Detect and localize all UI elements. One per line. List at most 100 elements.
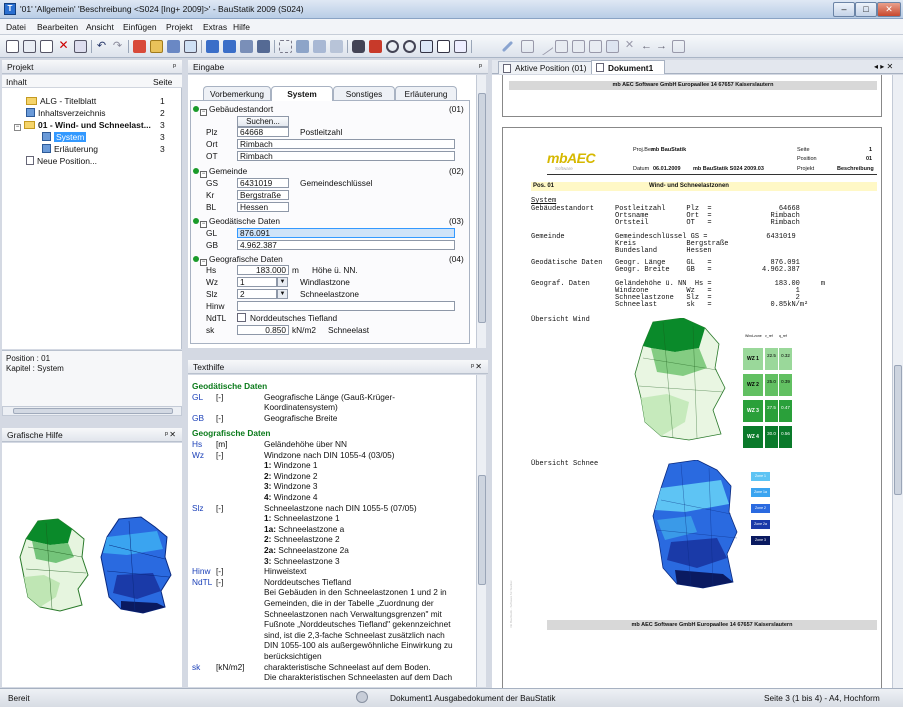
maximize-button[interactable]: □ [855,2,877,17]
minimize-button[interactable]: – [833,2,855,17]
calc-icon[interactable] [133,40,146,53]
search-button[interactable]: Suchen... [237,116,289,127]
menu-ansicht[interactable]: Ansicht [86,22,114,32]
page-view-icon[interactable] [437,40,450,53]
scroll-thumb[interactable] [894,365,902,495]
pin-icon[interactable]: ᵖ [479,62,482,71]
output2-icon[interactable] [223,40,236,53]
gl-input[interactable]: 876.091 [237,228,455,238]
ort-input[interactable]: Rimbach [237,139,455,149]
form-icon[interactable] [330,40,343,53]
tree-item-inhaltsverzeichnis[interactable]: Inhaltsverzeichnis [26,108,106,118]
pin-icon[interactable]: ᵖ [165,430,168,439]
fit-page-icon[interactable] [420,40,433,53]
gb-input[interactable]: 4.962.387 [237,240,455,250]
settings-icon[interactable] [257,40,270,53]
undo-icon[interactable]: ↶ [95,40,108,53]
frame-icon[interactable] [606,40,619,53]
forward-icon[interactable]: → [655,40,668,53]
list-icon[interactable] [167,40,180,53]
pen-icon[interactable] [501,40,514,53]
close-icon[interactable]: ✕ [475,362,482,371]
table-insert-icon[interactable] [572,40,585,53]
hs-input[interactable]: 183.000 [237,265,289,275]
kr-input[interactable]: Bergstraße [237,190,289,200]
wz-select[interactable]: 1 [237,277,277,287]
menu-hilfe[interactable]: Hilfe [233,22,250,32]
tab-scroll-arrows[interactable]: ◂ ▸ ✕ [874,62,893,71]
scroll-thumb[interactable] [13,408,173,414]
remove-icon[interactable]: ✕ [623,40,636,53]
section-gemeinde[interactable]: − Gemeinde [193,166,247,178]
collapse-icon[interactable]: − [200,221,207,228]
tab-erlaeuterung[interactable]: Erläuterung [395,86,457,100]
scroll-thumb[interactable] [478,93,486,323]
print-icon[interactable] [352,40,365,53]
module-icon[interactable] [150,40,163,53]
open-icon[interactable] [40,40,53,53]
hinw-input[interactable] [237,301,455,311]
delete-icon[interactable]: ✕ [57,39,70,53]
menu-einfuegen[interactable]: Einfügen [123,22,157,32]
redo-icon[interactable]: ↷ [111,40,124,53]
horizontal-scrollbar[interactable] [2,406,182,416]
tree-item-system[interactable]: System [42,132,87,142]
tree-item-neue-position[interactable]: Neue Position... [26,156,97,166]
ot-input[interactable]: Rimbach [237,151,455,161]
layout-icon[interactable] [296,40,309,53]
menu-datei[interactable]: Datei [6,22,26,32]
menu-projekt[interactable]: Projekt [166,22,192,32]
new-icon[interactable] [6,40,19,53]
col-seite[interactable]: Seite [153,77,172,87]
texthilfe-scrollbar[interactable] [476,375,486,687]
window-icon[interactable] [184,40,197,53]
bl-input[interactable]: Hessen [237,202,289,212]
zoom-in-icon[interactable] [386,40,399,53]
pdf-icon[interactable] [369,40,382,53]
section-geodaet[interactable]: − Geodätische Daten [193,216,280,228]
chevron-down-icon[interactable]: ▼ [277,277,288,287]
ndtl-checkbox[interactable] [237,313,246,322]
tab-sonstiges[interactable]: Sonstiges [333,86,395,100]
back-icon[interactable]: ← [640,40,653,53]
lock-icon[interactable] [672,40,685,53]
scroll-thumb[interactable] [478,475,486,585]
tab-system[interactable]: System [271,86,333,101]
image-icon[interactable] [555,40,568,53]
save-icon[interactable] [23,40,36,53]
section-gebaeude[interactable]: − Gebäudestandort [193,104,273,116]
collapse-icon[interactable]: − [200,109,207,116]
close-button[interactable]: ✕ [877,2,901,17]
app-icon[interactable]: T [4,3,16,15]
tab-vorbemerkung[interactable]: Vorbemerkung [203,86,271,100]
tree-item-titelblatt[interactable]: ALG - Titelblatt [26,96,96,106]
document-scrollbar[interactable] [892,75,903,688]
tree-item-erlaeuterung[interactable]: Erläuterung [42,144,98,154]
slz-select[interactable]: 2 [237,289,277,299]
zoom-out-icon[interactable] [403,40,416,53]
table-icon[interactable] [313,40,326,53]
rect-icon[interactable] [521,40,534,53]
close-icon[interactable]: ✕ [169,430,176,439]
eingabe-scrollbar[interactable] [476,75,486,348]
pin-icon[interactable]: ᵖ [173,62,176,71]
output3-icon[interactable] [240,40,253,53]
tree-item-position-01[interactable]: − 01 - Wind- und Schneelast... [14,120,151,131]
properties-icon[interactable] [74,40,87,53]
menu-bearbeiten[interactable]: Bearbeiten [37,22,78,32]
col-inhalt[interactable]: Inhalt [6,77,27,87]
multi-page-icon[interactable] [454,40,467,53]
sk-input[interactable]: 0.850 [237,325,289,335]
chevron-down-icon[interactable]: ▼ [277,289,288,299]
text-insert-icon[interactable] [589,40,602,53]
menu-extras[interactable]: Extras [203,22,227,32]
line-icon[interactable] [535,37,554,56]
collapse-icon[interactable]: − [200,171,207,178]
collapse-icon[interactable]: − [14,124,21,131]
grid-icon[interactable] [279,40,292,53]
pin-icon[interactable]: ᵖ [471,362,474,371]
output-icon[interactable] [206,40,219,53]
tab-dokument1[interactable]: Dokument1 [591,60,665,74]
gs-input[interactable]: 6431019 [237,178,289,188]
tab-aktive-position[interactable]: Aktive Position (01) [498,61,592,74]
